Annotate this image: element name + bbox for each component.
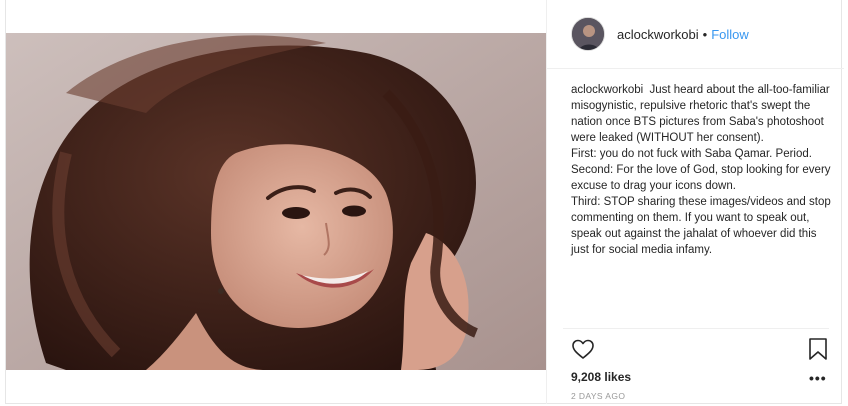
- caption-text: Just heard about the all-too-familiar mi…: [571, 84, 831, 256]
- caption-username-link[interactable]: aclockworkobi: [571, 84, 643, 96]
- post-sidebar: aclockworkobi • Follow aclockworkobi Jus…: [546, 0, 844, 404]
- likes-count[interactable]: 9,208 likes: [571, 370, 631, 384]
- heart-icon[interactable]: [571, 337, 595, 361]
- username-link[interactable]: aclockworkobi: [617, 27, 699, 42]
- post-photo[interactable]: [6, 33, 546, 370]
- profile-picture: [572, 18, 604, 50]
- bookmark-icon[interactable]: [807, 337, 829, 361]
- avatar[interactable]: [571, 17, 605, 51]
- post-header: aclockworkobi • Follow: [547, 0, 844, 69]
- portrait-image: [6, 33, 546, 370]
- post-caption: aclockworkobi Just heard about the all-t…: [571, 82, 833, 258]
- instagram-post: aclockworkobi • Follow aclockworkobi Jus…: [5, 0, 844, 404]
- post-timestamp[interactable]: 2 DAYS AGO: [571, 391, 625, 401]
- follow-button[interactable]: Follow: [711, 27, 749, 42]
- separator-dot: •: [702, 26, 708, 42]
- more-options-icon[interactable]: •••: [809, 370, 827, 386]
- action-bar: [563, 328, 829, 368]
